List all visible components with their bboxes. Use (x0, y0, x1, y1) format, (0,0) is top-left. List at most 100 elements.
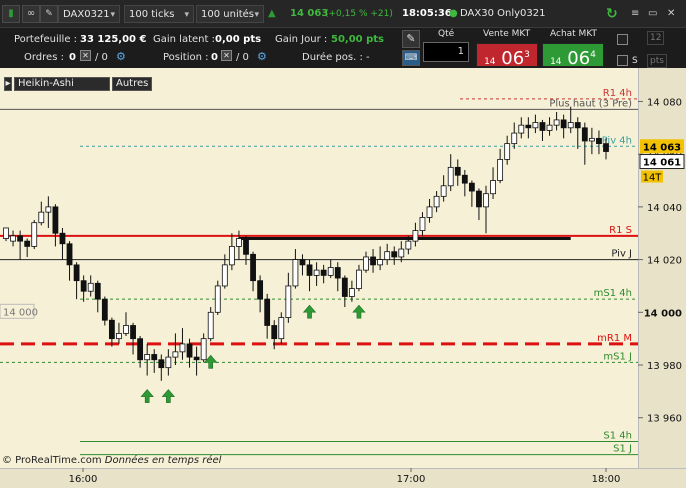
candle-body-35 (250, 253, 256, 282)
tt-tag-label: 14T (643, 173, 663, 184)
candle-body-74 (525, 124, 532, 129)
buy-arrow-icon-0 (140, 389, 154, 403)
candle-body-51 (363, 256, 369, 271)
y-tick-label-6: 13 960 (647, 414, 682, 425)
candle-body-36 (257, 280, 264, 300)
level-label-4: Piv J (611, 249, 632, 260)
candle-body-68 (483, 193, 489, 208)
prorealtime-window: ▮ ∞ ✎ DAX0321 100 ticks 100 unités ▲ 14 … (0, 0, 686, 488)
candle-body-72 (511, 132, 518, 145)
candle-body-33 (236, 238, 242, 247)
candle-body-43 (306, 264, 313, 276)
candle-body-47 (334, 267, 341, 279)
candle-body-29 (207, 311, 214, 340)
level-label-0: R1 4h (603, 88, 632, 99)
candle-body-66 (468, 182, 475, 192)
candle-body-55 (391, 251, 398, 258)
candle-body-63 (447, 166, 454, 187)
candle-body-7 (52, 206, 59, 234)
candle-body-40 (285, 285, 292, 318)
candle-body-31 (221, 264, 228, 287)
candle-body-79 (560, 119, 567, 129)
candle-body-61 (433, 195, 440, 208)
candle-body-5 (38, 211, 45, 224)
candle-body-11 (80, 280, 87, 292)
candle-body-18 (130, 325, 136, 340)
candle-body-19 (137, 338, 144, 361)
buy-arrow-icon-3 (302, 304, 317, 319)
level-label-9: S1 J (613, 444, 632, 455)
candle-body-50 (356, 269, 362, 289)
level-label-6: mR1 M (597, 333, 632, 344)
candle-body-1 (10, 235, 16, 242)
candle-body-26 (186, 343, 193, 358)
candle-body-71 (504, 143, 511, 160)
candle-body-77 (546, 124, 553, 131)
tab-heikin-ashi[interactable]: Heikin-Ashi (14, 77, 110, 91)
chart-canvas: R1 4hPlus haut (3 Pre)Piv 4hR1 SPiv JmS1… (0, 88, 685, 485)
candle-body-67 (476, 190, 482, 208)
candle-body-73 (518, 124, 525, 134)
candle-body-25 (179, 343, 186, 353)
level-label-1: Plus haut (3 Pre) (549, 98, 632, 109)
x-tick-label-1: 17:00 (397, 474, 426, 485)
last-price-tag-label: 14 063 (643, 142, 681, 153)
candle-body-15 (108, 319, 115, 340)
candle-body-76 (539, 122, 546, 131)
candle-body-24 (172, 351, 179, 358)
candle-body-22 (158, 359, 165, 369)
candle-body-23 (165, 356, 172, 369)
candle-body-21 (151, 354, 158, 361)
buy-arrow-icon-4 (352, 304, 366, 319)
candle-body-8 (59, 232, 66, 245)
x-tick-label-2: 18:00 (592, 474, 621, 485)
candle-body-78 (553, 119, 560, 126)
x-tick-label-0: 16:00 (69, 474, 98, 485)
candle-body-82 (581, 127, 588, 142)
candle-body-69 (490, 180, 496, 195)
candle-body-30 (214, 285, 221, 313)
candle-body-2 (17, 235, 24, 242)
candle-body-39 (278, 317, 285, 340)
candle-body-28 (200, 338, 207, 361)
candle-body-3 (24, 240, 31, 247)
candle-body-32 (228, 246, 235, 266)
current-price-tag-label: 14 061 (643, 158, 681, 169)
candle-body-38 (271, 325, 278, 340)
watermark: © ProRealTime.com Données en temps réel (2, 454, 222, 466)
candle-body-4 (31, 222, 38, 247)
candle-body-0 (3, 227, 9, 239)
y-tick-label-4: 14 000 (644, 308, 682, 319)
candle-body-20 (144, 354, 151, 361)
candle-body-54 (384, 251, 391, 260)
y-tick-label-5: 13 980 (647, 361, 682, 372)
left-price-tag-label: 14 000 (3, 307, 38, 318)
candle-body-49 (348, 288, 355, 297)
candle-body-37 (264, 298, 271, 326)
candle-body-48 (341, 277, 348, 297)
candle-body-56 (398, 248, 405, 258)
candle-body-17 (123, 325, 129, 334)
candle-body-6 (45, 206, 52, 213)
candle-body-75 (532, 122, 539, 129)
candle-body-84 (596, 137, 602, 145)
candle-body-57 (405, 240, 412, 250)
candle-body-59 (419, 217, 426, 232)
candle-body-81 (574, 122, 581, 129)
tab-menu-icon[interactable]: ▸ (4, 77, 12, 91)
tab-autres[interactable]: Autres (112, 77, 152, 91)
candle-body-12 (87, 282, 94, 292)
y-tick-label-0: 14 080 (647, 97, 682, 108)
candle-body-60 (426, 206, 433, 218)
candle-body-64 (454, 166, 461, 176)
candle-body-27 (193, 356, 200, 361)
candle-body-85 (603, 143, 609, 152)
y-tick-label-3: 14 020 (647, 256, 682, 267)
level-label-7: mS1 J (603, 351, 632, 362)
candle-body-52 (370, 256, 376, 266)
candle-body-58 (412, 230, 419, 242)
level-label-3: R1 S (609, 225, 632, 236)
level-label-8: S1 4h (603, 430, 632, 441)
candle-body-10 (73, 264, 80, 282)
candle-body-65 (461, 174, 468, 184)
